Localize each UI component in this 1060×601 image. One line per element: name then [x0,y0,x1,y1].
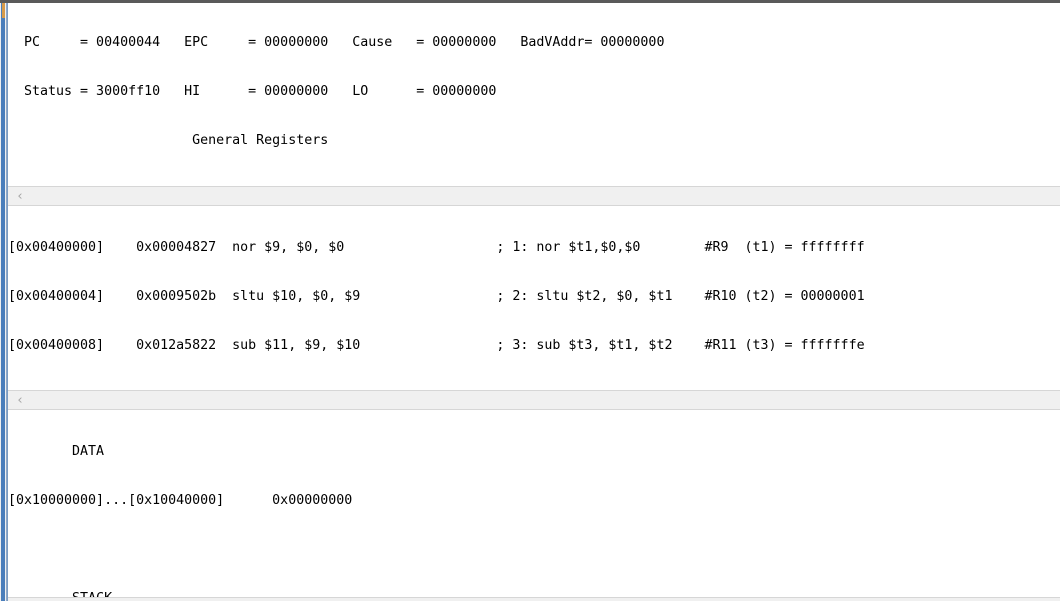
window-bottom-strip [0,597,1060,601]
disassembly-horizontal-scrollbar[interactable]: ‹ [8,390,1060,410]
cpu-status-row-status: Status = 3000ff10 HI = 00000000 LO = 000… [8,84,497,99]
registers-pane: PC = 00400044 EPC = 00000000 Cause = 000… [8,3,1060,183]
disassembly-pane: [0x00400000] 0x00004827 nor $9, $0, $0 ;… [8,208,1060,386]
data-row: [0x10000000]...[0x10040000] 0x00000000 [8,493,353,508]
instruction-row: [0x00400000] 0x00004827 nor $9, $0, $0 ;… [8,240,865,255]
stack-section-heading: STACK [8,589,1060,597]
registers-horizontal-scrollbar[interactable]: ‹ [8,186,1060,206]
vertical-scrollbar-track[interactable] [1,0,5,601]
memory-section-spacer [8,540,1060,559]
chevron-left-icon[interactable]: ‹ [14,190,26,203]
instruction-row: [0x0040000c] 0x012b6022 sub $12, $9, $11… [8,385,1060,386]
general-registers-heading: General Registers [8,133,329,148]
register-row: R0 (r0) = 00000000 R8 (t0) = 00000000 R1… [8,180,1060,183]
cpu-status-row-pc: PC = 00400044 EPC = 00000000 Cause = 000… [8,35,665,50]
memory-pane: DATA [0x10000000]...[0x10040000] 0x00000… [8,412,1060,597]
vertical-scrollbar[interactable] [0,0,7,601]
panel-left-border [7,0,8,601]
instruction-row: [0x00400004] 0x0009502b sltu $10, $0, $9… [8,289,865,304]
instruction-row: [0x00400008] 0x012a5822 sub $11, $9, $10… [8,338,865,353]
simulator-window: PC = 00400044 EPC = 00000000 Cause = 000… [0,0,1060,601]
data-section-heading: DATA [8,444,105,459]
window-top-rail [0,0,1060,3]
chevron-left-icon[interactable]: ‹ [14,394,26,407]
